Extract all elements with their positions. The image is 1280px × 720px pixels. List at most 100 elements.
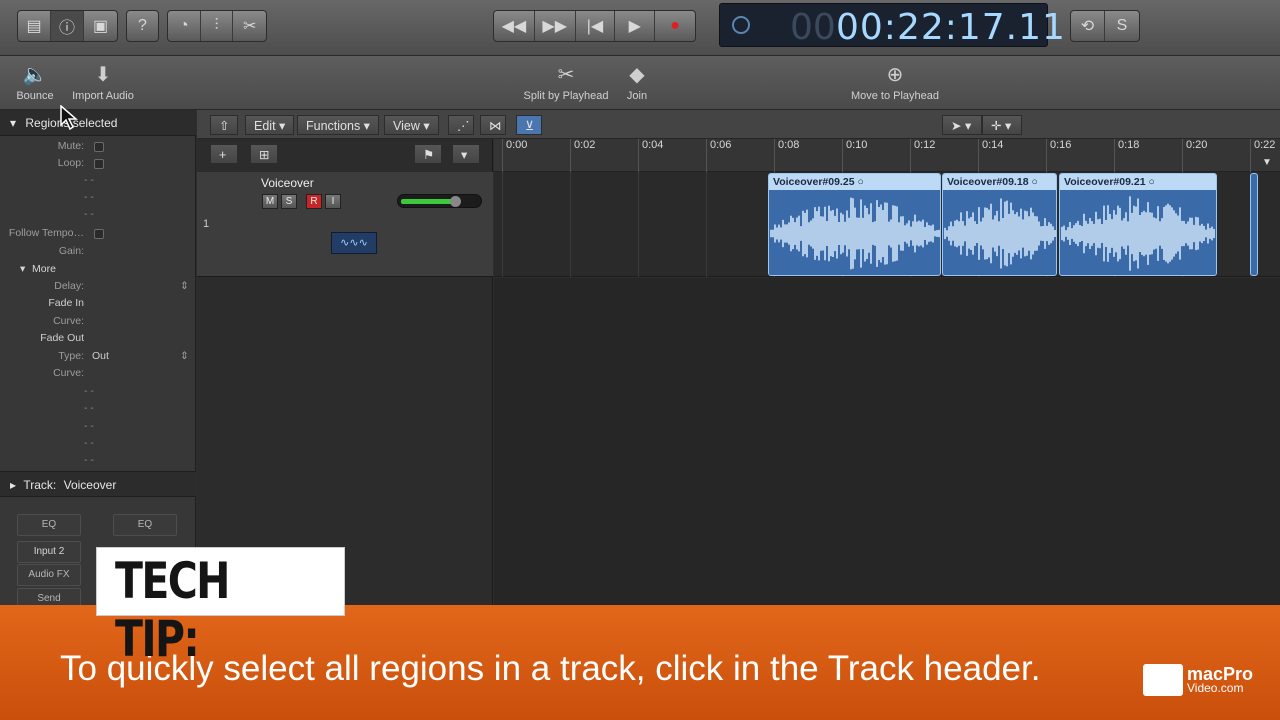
speaker-icon: 🔈 — [22, 64, 48, 86]
rewind-icon[interactable]: ◀◀ — [494, 11, 535, 41]
go-to-beginning-icon[interactable]: |◀ — [576, 11, 616, 41]
track-stack-icon[interactable]: ⊞ — [250, 144, 278, 164]
cycle-icon[interactable]: ⟲ — [1071, 11, 1105, 41]
disclosure-right-icon: ▸ — [10, 478, 17, 492]
type-row[interactable]: Type: Out ⇕ — [0, 350, 190, 367]
join-button[interactable]: ◆ Join — [622, 62, 652, 102]
lcd-dim-digits: 00 — [790, 7, 836, 48]
eq-button-2[interactable]: EQ — [113, 514, 177, 536]
solo-button[interactable]: S — [281, 194, 297, 209]
bounce-label: Bounce — [16, 90, 54, 102]
functions-menu[interactable]: Functions ▾ — [297, 115, 379, 135]
record-icon[interactable]: ● — [655, 11, 695, 41]
region-name-text: Voiceover#09.18 — [947, 176, 1029, 188]
region-3[interactable]: Voiceover#09.21 ○ — [1059, 173, 1217, 276]
mute-checkbox[interactable] — [94, 142, 104, 152]
region-1[interactable]: Voiceover#09.25 ○ — [768, 173, 941, 276]
track-number: 1 — [203, 218, 210, 230]
catch-filter-icon[interactable]: ⊻ — [516, 115, 542, 135]
volume-knob[interactable] — [450, 196, 461, 207]
follow-tempo-row: Follow Tempo… — [0, 227, 190, 244]
fade-in-label: Fade In — [48, 297, 84, 309]
region-4[interactable] — [1250, 173, 1258, 276]
blank-row: - - — [0, 402, 190, 419]
empty-value: - - — [84, 454, 94, 466]
playhead-target-icon: ⊕ — [886, 64, 904, 86]
edit-menu[interactable]: Edit ▾ — [245, 115, 295, 135]
region-name: Voiceover#09.21 ○ — [1060, 174, 1216, 190]
blank-row: - - — [0, 174, 190, 191]
region-name-text: Voiceover#09.21 — [1064, 176, 1146, 188]
track-label: Track: — [23, 478, 57, 492]
follow-tempo-checkbox[interactable] — [94, 229, 104, 239]
region-name-text: Voiceover#09.25 — [773, 176, 855, 188]
collapse-icon[interactable]: ▾ — [452, 144, 480, 164]
empty-value: - - — [84, 402, 94, 414]
flex-icon[interactable]: ⋈ — [480, 115, 506, 135]
inspector: ▾ Regions selected Mute: Loop: - - - - -… — [0, 110, 196, 610]
help-button[interactable]: ? — [126, 10, 159, 42]
view-menu[interactable]: View ▾ — [384, 115, 439, 135]
playhead-icon[interactable]: ▼ — [1262, 157, 1276, 168]
volume-slider[interactable] — [397, 194, 482, 208]
bounce-button[interactable]: 🔈 Bounce — [14, 62, 56, 102]
audio-fx-slot[interactable]: Audio FX — [17, 564, 81, 586]
play-icon[interactable]: ▶ — [615, 11, 656, 41]
record-enable-button[interactable]: R — [306, 194, 322, 209]
mixer-icon[interactable]: ⫶ — [201, 11, 234, 41]
more-disclosure[interactable]: ▾ More — [0, 263, 190, 280]
ruler-tick: 0:20 — [1182, 139, 1207, 172]
ruler-tick: 0:02 — [570, 139, 595, 172]
pointer-tool-icon[interactable]: ➤ ▾ — [942, 115, 982, 135]
fast-forward-icon[interactable]: ▶▶ — [535, 11, 576, 41]
inspector-icon[interactable]: ⓘ — [51, 11, 84, 41]
library-icon[interactable]: ▤ — [18, 11, 51, 41]
move-to-playhead-button[interactable]: ⊕ Move to Playhead — [850, 62, 940, 102]
download-arrow-icon: ⬇ — [94, 64, 112, 86]
grid-line — [570, 172, 571, 277]
lcd-display[interactable]: 00 00:22:17.11 — [719, 3, 1065, 48]
curve-row: Curve: — [0, 315, 190, 332]
smart-controls-icon[interactable]: ◔ — [168, 11, 201, 41]
import-audio-button[interactable]: ⬇ Import Audio — [70, 62, 136, 102]
timeline-ruler[interactable]: 0:00 0:02 0:04 0:06 0:08 0:10 0:12 0:14 0:16 0:18… — [494, 139, 1280, 172]
solo-icon[interactable]: S — [1105, 11, 1139, 41]
toolbar-icon[interactable]: ▣ — [84, 11, 117, 41]
input-slot[interactable]: Input 2 — [17, 541, 81, 563]
loop-checkbox[interactable] — [94, 159, 104, 169]
input-monitor-button[interactable]: I — [325, 194, 341, 209]
flag-icon[interactable]: ⚑ — [414, 144, 442, 164]
fade-out-label: Fade Out — [40, 332, 84, 344]
ruler-tick: 0:08 — [774, 139, 799, 172]
ruler-tick: 0:12 — [910, 139, 935, 172]
tracks-area-empty[interactable] — [494, 278, 1280, 605]
crosshair-tool-icon[interactable]: ✛ ▾ — [982, 115, 1022, 135]
automation-icon[interactable]: ⋰ — [448, 115, 474, 135]
fade-out-row[interactable]: Fade Out — [0, 332, 190, 349]
ruler-tick: 0:10 — [842, 139, 867, 172]
waveform-path — [770, 197, 940, 270]
region-2[interactable]: Voiceover#09.18 ○ — [942, 173, 1057, 276]
empty-value: - - — [84, 385, 94, 397]
mute-button[interactable]: M — [262, 194, 278, 209]
add-track-icon[interactable]: + — [210, 144, 238, 164]
blank-row: - - — [0, 454, 190, 471]
up-arrow-icon[interactable]: ⇧ — [210, 115, 238, 135]
editors-icon[interactable]: ✂ — [233, 11, 266, 41]
editor-buttons: ◔ ⫶ ✂ — [167, 10, 267, 42]
fade-in-row[interactable]: Fade In — [0, 297, 190, 314]
disclosure-down-icon: ▾ — [20, 263, 26, 275]
macprovideo-logo: macPro Video.com — [1143, 664, 1261, 698]
blank-row: - - — [0, 420, 190, 437]
track-header[interactable]: 1 Voiceover M S R I ∿∿∿ — [197, 172, 493, 277]
region-inspector-header[interactable]: ▾ Regions selected — [0, 110, 196, 136]
track-inspector-header[interactable]: ▸ Track: Voiceover — [0, 471, 196, 497]
grid-line — [638, 172, 639, 277]
split-by-playhead-button[interactable]: ✂ Split by Playhead — [522, 62, 610, 102]
functions-menu-label: Functions — [306, 119, 361, 133]
control-bar: ▤ ⓘ ▣ ? ◔ ⫶ ✂ ◀◀ ▶▶ |◀ ▶ ● 00 00:22:17.1… — [0, 0, 1280, 56]
eq-button-1[interactable]: EQ — [17, 514, 81, 536]
delay-row[interactable]: Delay: ⇕ — [0, 280, 190, 297]
empty-value: - - — [84, 420, 94, 432]
blank-row: - - — [0, 437, 190, 454]
